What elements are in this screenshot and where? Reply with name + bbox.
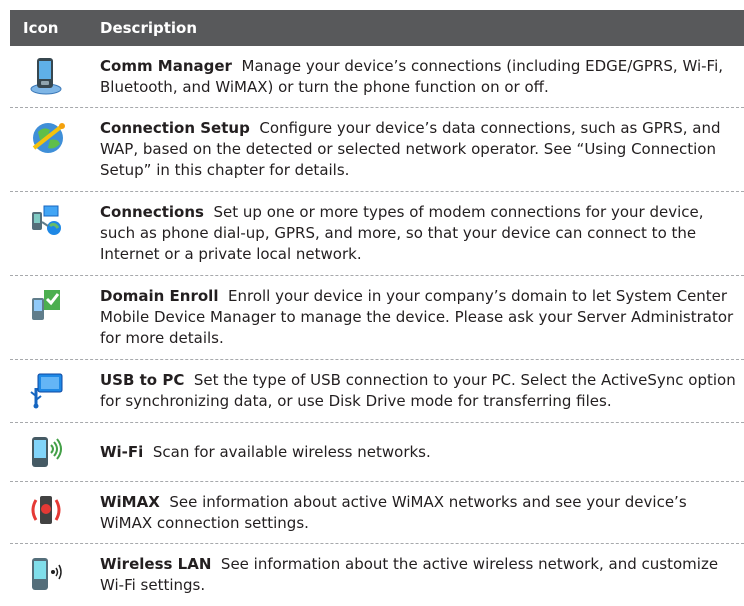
connections-icon [10, 192, 100, 275]
table-row: Comm Manager Manage your device’s connec… [10, 46, 744, 108]
row-title: Domain Enroll [100, 287, 219, 305]
row-description: Connections Set up one or more types of … [100, 192, 744, 275]
connection-setup-icon [10, 108, 100, 191]
usb-to-pc-icon [10, 360, 100, 422]
table-header: Icon Description [10, 10, 744, 46]
comm-manager-icon [10, 46, 100, 107]
domain-enroll-icon [10, 276, 100, 359]
wifi-icon [10, 423, 100, 481]
wireless-lan-icon [10, 544, 100, 606]
wimax-icon [10, 482, 100, 543]
row-title: Connection Setup [100, 119, 250, 137]
row-title: Wi-Fi [100, 443, 144, 461]
row-text: Scan for available wireless networks. [152, 443, 431, 461]
header-icon-column: Icon [23, 19, 59, 37]
row-description: Wireless LAN See information about the a… [100, 544, 744, 606]
settings-table: Icon Description Comm Manager Manage you… [10, 10, 744, 606]
row-description: Connection Setup Configure your device’s… [100, 108, 744, 191]
table-row: Connection Setup Configure your device’s… [10, 108, 744, 192]
table-row: Wireless LAN See information about the a… [10, 544, 744, 606]
header-description-column: Description [100, 19, 198, 37]
table-row: WiMAX See information about active WiMAX… [10, 482, 744, 544]
row-description: USB to PC Set the type of USB connection… [100, 360, 744, 422]
row-description: Wi-Fi Scan for available wireless networ… [100, 423, 744, 481]
row-title: USB to PC [100, 371, 185, 389]
row-description: Comm Manager Manage your device’s connec… [100, 46, 744, 107]
row-title: Connections [100, 203, 204, 221]
table-row: Wi-Fi Scan for available wireless networ… [10, 423, 744, 482]
row-title: Comm Manager [100, 57, 232, 75]
row-text: Set the type of USB connection to your P… [100, 371, 736, 410]
table-row: Connections Set up one or more types of … [10, 192, 744, 276]
row-text: See information about active WiMAX netwo… [100, 493, 687, 532]
row-description: Domain Enroll Enroll your device in your… [100, 276, 744, 359]
table-row: USB to PC Set the type of USB connection… [10, 360, 744, 423]
row-title: WiMAX [100, 493, 160, 511]
row-description: WiMAX See information about active WiMAX… [100, 482, 744, 543]
table-row: Domain Enroll Enroll your device in your… [10, 276, 744, 360]
row-title: Wireless LAN [100, 555, 212, 573]
